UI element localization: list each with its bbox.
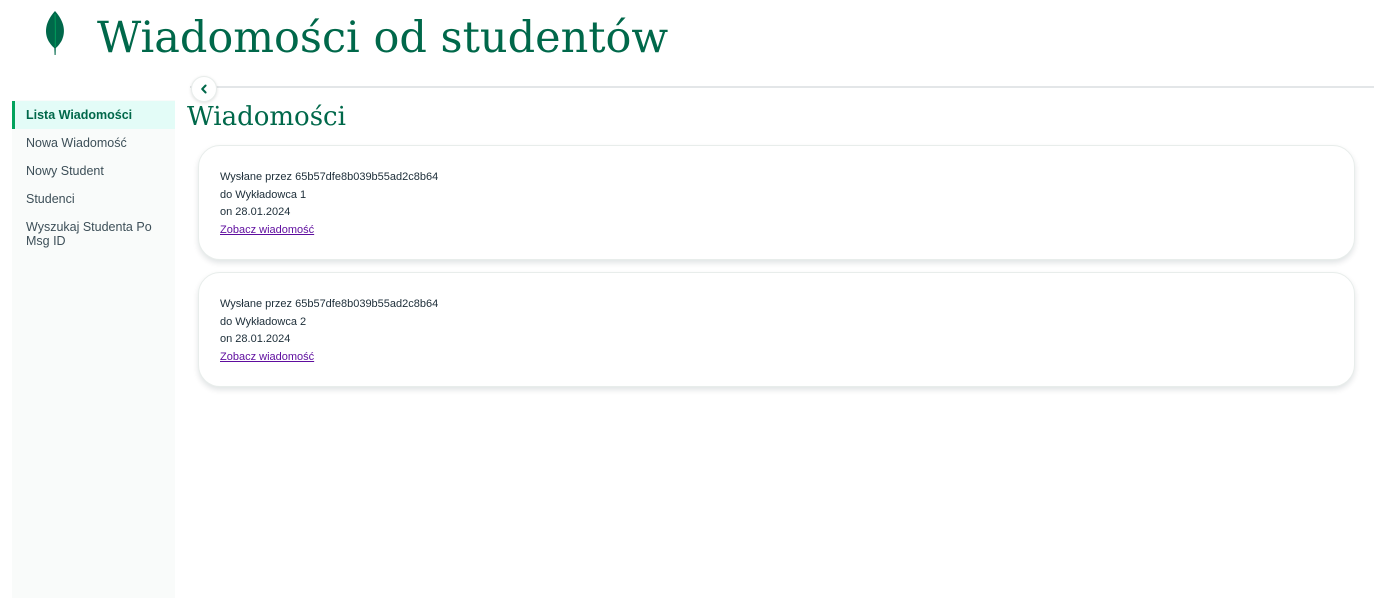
- collapse-sidebar-button[interactable]: [191, 76, 217, 102]
- sidebar-list: Lista Wiadomości Nowa Wiadomość Nowy Stu…: [12, 101, 175, 255]
- message-recipient: do Wykładowca 2: [220, 315, 307, 328]
- sidebar-item-studenci[interactable]: Studenci: [12, 185, 175, 213]
- message-date: on 28.01.2024: [220, 206, 291, 219]
- message-date: on 28.01.2024: [220, 333, 291, 346]
- header-divider: [190, 86, 1374, 88]
- leaf-icon: [46, 11, 64, 55]
- message-recipient: do Wykładowca 1: [220, 188, 307, 201]
- message-sender: Wysłane przez 65b57dfe8b039b55ad2c8b64: [220, 298, 439, 310]
- sidebar: Lista Wiadomości Nowa Wiadomość Nowy Stu…: [12, 100, 175, 598]
- page-title: Wiadomości: [187, 102, 346, 132]
- sidebar-item-wyszukaj-studenta[interactable]: Wyszukaj Studenta Po Msg ID: [12, 213, 175, 255]
- app-title: Wiadomości od studentów: [97, 13, 669, 63]
- view-message-link[interactable]: Zobacz wiadomość: [220, 222, 1333, 240]
- sidebar-item-lista-wiadomosci[interactable]: Lista Wiadomości: [12, 101, 175, 129]
- message-card: Wysłane przez 65b57dfe8b039b55ad2c8b64 d…: [198, 272, 1355, 387]
- chevron-left-icon: [201, 84, 207, 94]
- app-header: Wiadomości od studentów: [0, 0, 1377, 80]
- sidebar-item-nowa-wiadomosc[interactable]: Nowa Wiadomość: [12, 129, 175, 157]
- sidebar-item-nowy-student[interactable]: Nowy Student: [12, 157, 175, 185]
- message-sender: Wysłane przez 65b57dfe8b039b55ad2c8b64: [220, 171, 439, 183]
- view-message-link[interactable]: Zobacz wiadomość: [220, 349, 1333, 367]
- message-card: Wysłane przez 65b57dfe8b039b55ad2c8b64 d…: [198, 145, 1355, 260]
